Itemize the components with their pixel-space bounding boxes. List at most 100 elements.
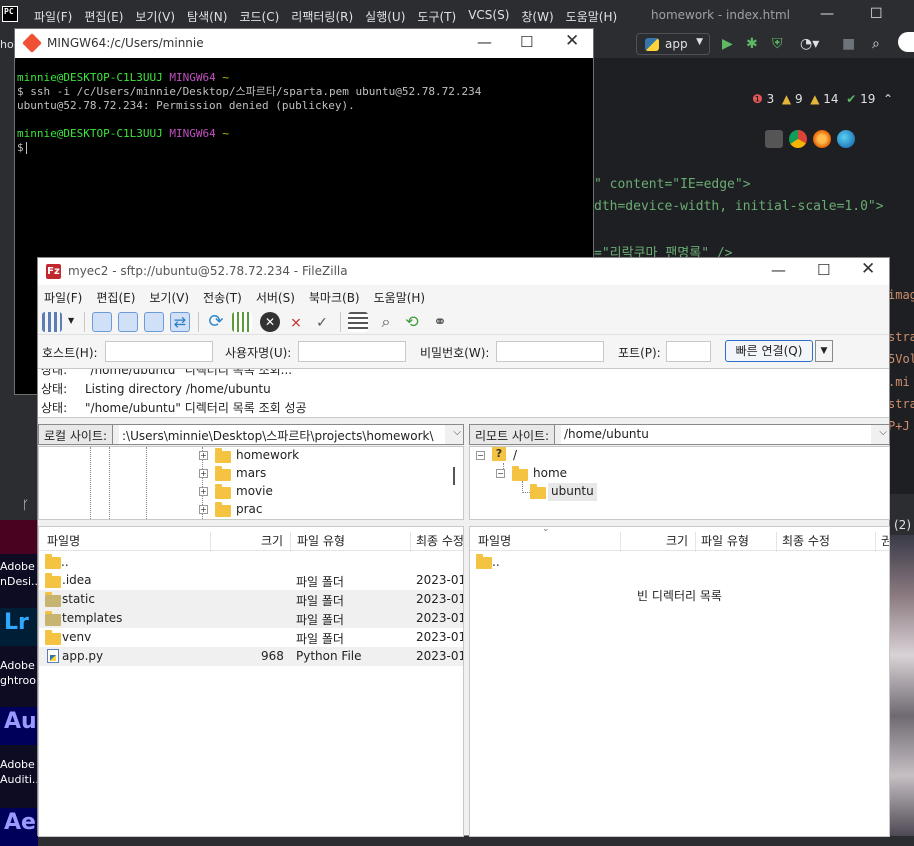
run-icon[interactable]: ▶	[722, 36, 733, 52]
ide-menu-vcs[interactable]: VCS(S)	[468, 8, 509, 25]
ide-menu-edit[interactable]: 편집(E)	[84, 8, 123, 25]
toggle-log-icon[interactable]	[92, 312, 112, 332]
sync-browse-icon[interactable]: ⟲	[402, 312, 422, 332]
column-type[interactable]: 파일 유형	[297, 532, 345, 549]
chevron-down-icon[interactable]: ▼	[68, 316, 74, 325]
inspection-widget[interactable]: ❶ 3 ▲ 9 ▲ 14 ✔ 19 ⌃	[752, 92, 893, 106]
column-filename[interactable]: 파일명	[478, 532, 511, 549]
edge-icon[interactable]	[837, 130, 855, 148]
file-row-venv[interactable]: venv 파일 폴더 2023-01	[39, 628, 463, 647]
column-size[interactable]: 크기	[666, 532, 688, 549]
refresh-icon[interactable]: ⟳	[206, 312, 226, 332]
maximize-icon[interactable]: ☐	[817, 261, 830, 279]
column-modified[interactable]: 최종 수정	[782, 532, 830, 549]
coverage-icon[interactable]: ⛨	[772, 36, 783, 52]
reconnect-icon[interactable]: ✓	[312, 312, 332, 332]
menu-transfer[interactable]: 전송(T)	[203, 289, 242, 307]
column-modified[interactable]: 최종 수정	[416, 532, 463, 549]
toggle-queue-icon[interactable]: ⇄	[170, 312, 190, 332]
ide-menu-navigate[interactable]: 탐색(N)	[187, 8, 227, 25]
collapse-icon[interactable]: −	[476, 451, 485, 460]
file-row-static[interactable]: static 파일 폴더 2023-01	[39, 590, 463, 609]
collapse-icon[interactable]: −	[496, 469, 505, 478]
minimize-icon[interactable]: —	[771, 261, 786, 279]
expand-icon[interactable]: +	[199, 505, 208, 514]
column-permissions[interactable]: 권	[881, 532, 889, 549]
close-icon[interactable]: ✕	[565, 31, 579, 51]
local-file-list[interactable]: 파일명 ^ 크기 파일 유형 최종 수정 .. .idea 파일 폴더 2023…	[38, 526, 464, 837]
run-config-select[interactable]: app ▼	[636, 33, 710, 55]
remote-path-input[interactable]: /home/ubuntu	[561, 425, 871, 444]
menu-view[interactable]: 보기(V)	[149, 289, 189, 307]
expand-icon[interactable]: +	[199, 451, 208, 460]
maximize-icon[interactable]: ☐	[520, 33, 533, 51]
file-row-templates[interactable]: templates 파일 폴더 2023-01	[39, 609, 463, 628]
tree-scrollbar[interactable]	[453, 467, 455, 485]
process-queue-icon[interactable]	[232, 312, 252, 332]
toggle-local-tree-icon[interactable]	[118, 312, 138, 332]
username-input[interactable]	[298, 341, 406, 362]
ide-minimize-icon[interactable]: —	[820, 6, 834, 22]
ide-menu-tools[interactable]: 도구(T)	[417, 8, 456, 25]
expand-icon[interactable]: +	[199, 487, 208, 496]
ide-menu-refactor[interactable]: 리팩터링(R)	[291, 8, 353, 25]
ide-menu-help[interactable]: 도움말(H)	[566, 8, 618, 25]
file-row-idea[interactable]: .idea 파일 폴더 2023-01	[39, 571, 463, 590]
cancel-icon[interactable]: ✕	[260, 312, 280, 332]
terminal-titlebar[interactable]: MINGW64:/c/Users/minnie — ☐ ✕	[15, 29, 593, 58]
expand-icon[interactable]: +	[199, 469, 208, 478]
chevron-down-icon[interactable]: ⌵	[879, 427, 887, 438]
menu-help[interactable]: 도움말(H)	[374, 289, 426, 307]
quickconnect-history-dropdown[interactable]: ▼	[815, 340, 833, 362]
firefox-icon[interactable]	[813, 130, 831, 148]
close-icon[interactable]: ✕	[861, 259, 875, 279]
ide-plugin-icon[interactable]	[898, 32, 914, 52]
toggle-remote-tree-icon[interactable]	[144, 312, 164, 332]
local-directory-tree[interactable]: + homework + mars + movie + prac	[38, 446, 464, 520]
message-log[interactable]: 상태: "/home/ubuntu" 디렉터리 목록 조회... 상태: Listi…	[38, 368, 889, 418]
ide-menu-file[interactable]: 파일(F)	[34, 8, 72, 25]
quickconnect-button[interactable]: 빠른 연결(Q)	[725, 340, 813, 362]
pycharm-browser-icon[interactable]	[765, 130, 783, 148]
host-input[interactable]	[105, 341, 213, 362]
audition-icon[interactable]: Au	[0, 707, 38, 745]
after-effects-icon[interactable]: Ae	[0, 808, 38, 846]
indesign-icon[interactable]	[0, 520, 38, 554]
disconnect-icon[interactable]: ⨯	[286, 312, 306, 332]
chevron-up-icon[interactable]: ⌃	[883, 92, 893, 106]
file-row-parent[interactable]: ..	[39, 552, 463, 571]
menu-file[interactable]: 파일(F)	[44, 289, 82, 307]
filter-icon[interactable]	[348, 312, 368, 332]
profile-icon[interactable]: ◔▾	[800, 36, 819, 52]
project-tab-label[interactable]: ho	[0, 38, 14, 51]
column-filename[interactable]: 파일명	[47, 532, 80, 549]
ide-menu-window[interactable]: 창(W)	[521, 8, 553, 25]
menu-bookmarks[interactable]: 북마크(B)	[309, 289, 360, 307]
ide-menu-run[interactable]: 실행(U)	[365, 8, 405, 25]
site-manager-icon[interactable]	[42, 312, 62, 332]
filezilla-titlebar[interactable]: Fz myec2 - sftp://ubuntu@52.78.72.234 - …	[38, 258, 889, 285]
ide-maximize-icon[interactable]: ☐	[870, 6, 883, 22]
minimize-icon[interactable]: —	[477, 33, 492, 51]
column-size[interactable]: 크기	[261, 532, 283, 549]
lightroom-icon[interactable]: Lr	[0, 608, 38, 646]
file-row-parent[interactable]: ..	[470, 552, 889, 571]
debug-icon[interactable]: ✱	[746, 36, 758, 52]
column-type[interactable]: 파일 유형	[701, 532, 749, 549]
menu-edit[interactable]: 편집(E)	[96, 289, 135, 307]
git-branch-icon[interactable]: ᚴ	[22, 498, 29, 512]
password-input[interactable]	[496, 341, 604, 362]
terminal-output[interactable]: minnie@DESKTOP-C1L3UUJ MINGW64 ~ $ ssh -…	[15, 58, 593, 155]
file-row-app-py[interactable]: app.py 968 Python File 2023-01	[39, 647, 463, 666]
remote-file-list[interactable]: 파일명 ⌄ 크기 파일 유형 최종 수정 권 .. 빈 디렉터리 목록	[469, 526, 890, 837]
chrome-icon[interactable]	[789, 130, 807, 148]
ide-menu-view[interactable]: 보기(V)	[135, 8, 175, 25]
ide-menu-code[interactable]: 코드(C)	[239, 8, 279, 25]
search-icon[interactable]: ⌕	[376, 312, 396, 332]
binoculars-icon[interactable]: ⚭	[430, 312, 450, 332]
chevron-down-icon[interactable]: ⌵	[453, 427, 461, 438]
remote-directory-tree[interactable]: − ? / − home ubuntu	[469, 446, 890, 520]
search-icon[interactable]: ⌕	[872, 36, 880, 52]
port-input[interactable]	[666, 341, 711, 362]
stop-icon[interactable]: ■	[842, 36, 855, 52]
